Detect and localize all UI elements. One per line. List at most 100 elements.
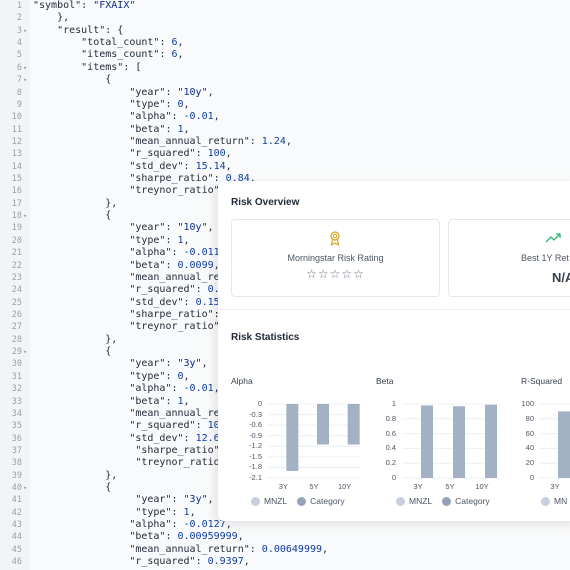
code-token: ,: [201, 358, 208, 370]
code-text: "sharpe_ratio":: [33, 444, 225, 457]
code-token: {: [33, 346, 112, 358]
code-token: "result": [33, 24, 106, 36]
code-token: :: [165, 123, 178, 135]
code-token: "std_dev": [33, 296, 184, 308]
code-token: {: [33, 482, 112, 494]
code-token: :: [171, 506, 184, 518]
code-text: "alpha": -0.01,: [33, 383, 219, 395]
code-token: "year": [33, 86, 166, 98]
fold-toggle-icon[interactable]: ▾: [23, 210, 27, 222]
code-line: 11 "beta": 1,: [0, 124, 570, 136]
code-token: 0.00959999: [177, 531, 238, 543]
line-number: 40: [11, 483, 22, 494]
code-token: "beta": [33, 395, 166, 407]
code-token: "total_count": [33, 37, 160, 49]
code-token: 1.24: [261, 135, 286, 147]
code-line: 6 ▾ "items": [: [0, 62, 570, 74]
code-token: "10y": [177, 86, 208, 98]
code-token: {: [33, 74, 112, 86]
code-text: "r_squared": 0.9: [33, 284, 225, 296]
code-token: :: [249, 135, 262, 147]
code-token: "items": [33, 61, 124, 73]
line-number: 3: [16, 25, 22, 36]
code-text: "beta": 1,: [33, 123, 190, 136]
code-token: {: [33, 210, 112, 222]
code-token: : [: [123, 61, 142, 73]
code-token: :: [249, 543, 262, 555]
code-text: "treynor_ratio": [33, 457, 225, 469]
line-number: 10: [11, 112, 22, 123]
code-line: 9 "type": 0,: [0, 99, 570, 111]
line-number: 12: [11, 136, 22, 147]
code-line: 7 ▾ {: [0, 74, 570, 86]
fold-toggle-icon[interactable]: ▾: [23, 25, 27, 37]
bar-chart-svg: [540, 403, 570, 479]
line-number: 28: [11, 334, 22, 345]
code-token: ,: [183, 123, 190, 135]
code-token: },: [33, 469, 118, 481]
code-text: "items_count": 6,: [33, 49, 184, 61]
line-number: 7: [16, 75, 22, 86]
code-token: "type": [33, 234, 166, 246]
code-token: :: [183, 296, 196, 308]
code-token: :: [165, 98, 178, 110]
code-token: "std_dev": [33, 432, 184, 444]
fold-toggle-icon[interactable]: ▾: [23, 482, 27, 494]
line-number: 35: [11, 421, 22, 432]
line-number: 45: [11, 544, 22, 555]
code-token: ,: [243, 556, 250, 568]
code-line: 45 "mean_annual_return": 0.00649999,: [0, 544, 570, 556]
code-token: ,: [237, 531, 244, 543]
code-token: :: [171, 494, 184, 506]
fold-toggle-icon[interactable]: ▾: [23, 62, 27, 74]
code-token: "symbol": [33, 0, 82, 11]
line-number: 24: [11, 285, 22, 296]
code-text: },: [33, 470, 117, 482]
code-token: 100: [207, 148, 226, 160]
code-line: 5 "items_count": 6,: [0, 49, 570, 61]
code-line: 3 ▾ "result": {: [0, 25, 570, 37]
code-token: "sharpe_ratio": [33, 444, 220, 456]
line-number: 13: [11, 149, 22, 160]
line-number: 43: [11, 520, 22, 531]
code-token: "alpha": [33, 247, 172, 259]
code-line: 2 },: [0, 12, 570, 24]
code-text: "treynor_ratio":: [33, 185, 232, 197]
code-token: "10y": [177, 222, 208, 234]
code-token: :: [183, 160, 196, 172]
code-line: 12 "mean_annual_return": 1.24,: [0, 136, 570, 148]
code-token: ,: [183, 370, 190, 382]
code-token: ,: [177, 49, 184, 61]
line-number: 8: [16, 87, 22, 98]
code-token: "3y": [177, 358, 202, 370]
code-text: "r_squared": 0.9397,: [33, 556, 250, 568]
code-token: "alpha": [33, 383, 172, 395]
code-token: "type": [33, 98, 166, 110]
code-text: "beta": 0.0099,: [33, 259, 219, 272]
fold-toggle-icon[interactable]: ▾: [23, 74, 27, 86]
code-token: ,: [225, 148, 232, 160]
code-text: {: [33, 210, 111, 222]
line-number: 38: [11, 458, 22, 469]
code-token: "FXAIX": [93, 0, 136, 11]
fold-toggle-icon[interactable]: ▾: [23, 346, 27, 358]
code-line: 44 "beta": 0.00959999,: [0, 531, 570, 543]
code-token: "r_squared": [33, 420, 196, 432]
line-number: 33: [11, 396, 22, 407]
code-token: :: [171, 383, 184, 395]
code-token: "mean_annual_ret: [33, 407, 226, 419]
code-text: "type": 1,: [33, 506, 195, 519]
code-text: "total_count": 6,: [33, 37, 183, 49]
code-text: {: [33, 346, 111, 358]
chart-legend: MN: [541, 496, 567, 506]
code-token: "mean_annual_return": [33, 543, 250, 555]
code-token: :: [159, 49, 172, 61]
code-token: :: [165, 86, 178, 98]
line-number: 9: [16, 99, 22, 110]
code-token: "beta": [33, 123, 166, 135]
code-line: 14 "std_dev": 15.14,: [0, 161, 570, 173]
code-token: ,: [225, 160, 232, 172]
code-token: },: [33, 197, 118, 209]
code-token: :: [165, 259, 178, 271]
code-text: "treynor_ratio":: [33, 321, 232, 333]
